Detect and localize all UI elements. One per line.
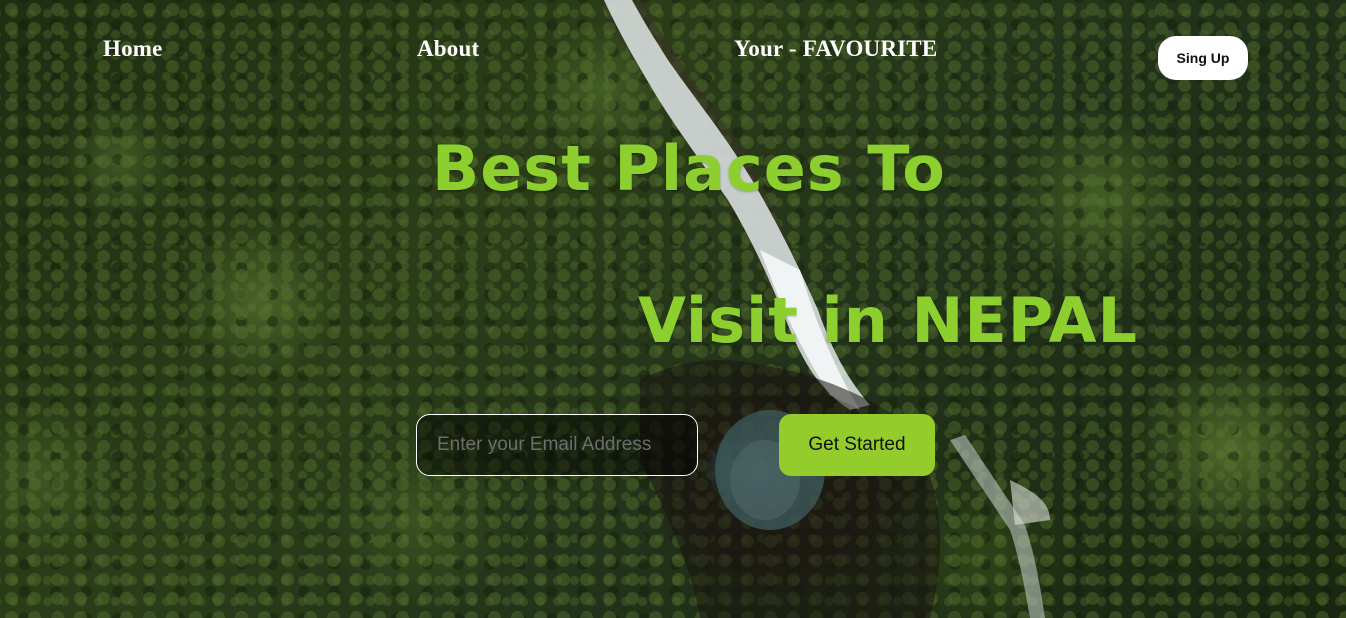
signup-button[interactable]: Sing Up xyxy=(1158,36,1248,80)
nav-link-about[interactable]: About xyxy=(417,36,479,62)
headline-line-1: Best Places To xyxy=(432,132,946,205)
email-input[interactable] xyxy=(416,414,698,476)
hero-section: Home About Your - FAVOURITE Sing Up Best… xyxy=(0,0,1346,618)
top-navigation: Home About Your - FAVOURITE xyxy=(0,36,1346,66)
nav-link-favourite[interactable]: Your - FAVOURITE xyxy=(734,36,937,62)
get-started-button[interactable]: Get Started xyxy=(779,414,935,476)
headline-line-2: Visit in NEPAL xyxy=(638,284,1138,357)
nav-link-home[interactable]: Home xyxy=(103,36,163,62)
